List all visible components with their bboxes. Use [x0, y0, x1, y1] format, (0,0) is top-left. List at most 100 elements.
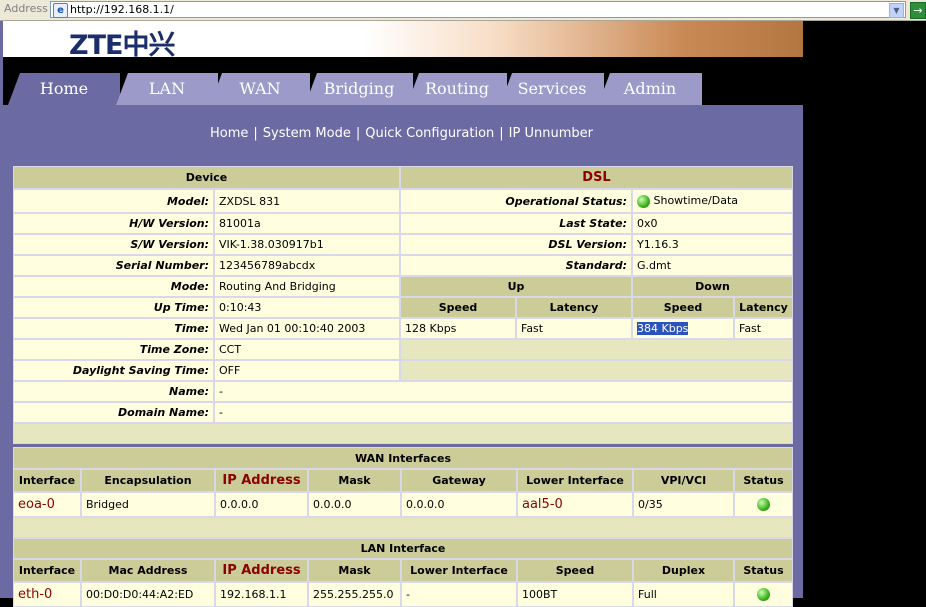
lan-mac: 00:D0:D0:44:A2:ED — [81, 582, 215, 607]
serial-number-label: Serial Number: — [13, 255, 214, 276]
name-label: Name: — [13, 381, 214, 402]
wan-col-status: Status — [734, 469, 793, 492]
lan-col-ip-address[interactable]: IP Address — [215, 559, 308, 582]
up-speed-value: 128 Kbps — [400, 318, 516, 339]
wan-lower-interface-link[interactable]: aal5-0 — [517, 492, 633, 517]
lan-col-mask: Mask — [308, 559, 401, 582]
time-zone-value: CCT — [214, 339, 400, 360]
time-label: Time: — [13, 318, 214, 339]
table-row: eoa-0 Bridged 0.0.0.0 0.0.0.0 0.0.0.0 aa… — [13, 492, 793, 517]
wan-interfaces-table: WAN Interfaces Interface Encapsulation I… — [13, 447, 793, 538]
wan-vpi-vci: 0/35 — [633, 492, 734, 517]
wan-col-interface: Interface — [13, 469, 81, 492]
address-input[interactable]: e http://192.168.1.1/ ▼ — [50, 1, 906, 18]
domain-name-label: Domain Name: — [13, 402, 214, 423]
dsl-version-value: Y1.16.3 — [632, 234, 793, 255]
subnav-ip-unnumber-link[interactable]: IP Unnumber — [509, 126, 593, 141]
dsl-empty-1 — [400, 339, 793, 360]
down-speed-header: Speed — [632, 297, 734, 318]
tab-bridging[interactable]: Bridging — [305, 73, 413, 105]
time-value: Wed Jan 01 00:10:40 2003 — [214, 318, 400, 339]
lan-ip: 192.168.1.1 — [215, 582, 308, 607]
standard-value: G.dmt — [632, 255, 793, 276]
subnav-home-link[interactable]: Home — [210, 126, 248, 141]
go-arrow-icon[interactable]: → — [910, 2, 926, 19]
wan-title: WAN Interfaces — [13, 447, 793, 469]
sw-version-label: S/W Version: — [13, 234, 214, 255]
sw-version-value: VIK-1.38.030917b1 — [214, 234, 400, 255]
down-header: Down — [632, 276, 793, 297]
up-time-label: Up Time: — [13, 297, 214, 318]
serial-number-value: 123456789abcdx — [214, 255, 400, 276]
lan-col-mac-address: Mac Address — [81, 559, 215, 582]
tab-home[interactable]: Home — [8, 73, 120, 105]
up-latency-header: Latency — [516, 297, 632, 318]
last-state-label: Last State: — [400, 213, 632, 234]
lan-interface-table: LAN Interface Interface Mac Address IP A… — [13, 538, 793, 607]
status-ok-icon — [757, 588, 770, 602]
address-url[interactable]: http://192.168.1.1/ — [70, 3, 174, 16]
page-icon: e — [53, 3, 68, 18]
lan-mask: 255.255.255.0 — [308, 582, 401, 607]
address-label: Address — [4, 2, 48, 15]
device-dsl-table: Device DSL Model: ZXDSL 831 Operational … — [13, 166, 793, 444]
up-speed-header: Speed — [400, 297, 516, 318]
model-label: Model: — [13, 189, 214, 213]
wan-col-ip-address[interactable]: IP Address — [215, 469, 308, 492]
lan-interface-link[interactable]: eth-0 — [13, 582, 81, 607]
lan-title: LAN Interface — [13, 538, 793, 559]
up-time-value: 0:10:43 — [214, 297, 400, 318]
lan-status — [734, 582, 793, 607]
dst-label: Daylight Saving Time: — [13, 360, 214, 381]
op-status-label: Operational Status: — [400, 189, 632, 213]
hw-version-value: 81001a — [214, 213, 400, 234]
domain-name-value: - — [214, 402, 793, 423]
banner: ZTE中兴 — [3, 21, 803, 61]
wan-col-lower-interface: Lower Interface — [517, 469, 633, 492]
status-ok-icon — [637, 194, 650, 208]
model-value: ZXDSL 831 — [214, 189, 400, 213]
status-ok-icon — [757, 498, 770, 512]
op-status-text: Showtime/Data — [653, 194, 739, 208]
wan-col-gateway: Gateway — [401, 469, 517, 492]
dsl-header: DSL — [400, 166, 793, 189]
lan-col-duplex: Duplex — [633, 559, 734, 582]
sub-navigation: Home | System Mode | Quick Configuration | IP … — [210, 126, 593, 141]
lan-lower-interface: - — [401, 582, 517, 607]
main-nav: Home LAN WAN Bridging Routing Services A… — [3, 57, 803, 105]
lan-duplex: Full — [633, 582, 734, 607]
mode-value: Routing And Bridging — [214, 276, 400, 297]
subnav-system-mode-link[interactable]: System Mode — [263, 126, 351, 141]
tab-wan[interactable]: WAN — [210, 73, 310, 105]
lan-speed: 100BT — [517, 582, 633, 607]
tab-lan[interactable]: LAN — [116, 73, 218, 105]
wan-col-vpi-vci: VPI/VCI — [633, 469, 734, 492]
op-status-value: Showtime/Data — [632, 189, 793, 213]
table-row: eth-0 00:D0:D0:44:A2:ED 192.168.1.1 255.… — [13, 582, 793, 607]
wan-col-encapsulation: Encapsulation — [81, 469, 215, 492]
time-zone-label: Time Zone: — [13, 339, 214, 360]
chevron-down-icon[interactable]: ▼ — [889, 3, 904, 18]
tab-routing[interactable]: Routing — [407, 73, 507, 105]
tab-admin[interactable]: Admin — [598, 73, 702, 105]
down-latency-value: Fast — [734, 318, 793, 339]
down-latency-header: Latency — [734, 297, 793, 318]
standard-label: Standard: — [400, 255, 632, 276]
subnav-quick-configuration-link[interactable]: Quick Configuration — [365, 126, 494, 141]
wan-interface-link[interactable]: eoa-0 — [13, 492, 81, 517]
wan-encapsulation: Bridged — [81, 492, 215, 517]
wan-ip: 0.0.0.0 — [215, 492, 308, 517]
device-header: Device — [13, 166, 400, 189]
wan-status — [734, 492, 793, 517]
dst-value: OFF — [214, 360, 400, 381]
tab-services[interactable]: Services — [500, 73, 604, 105]
dsl-empty-2 — [400, 360, 793, 381]
down-speed-value[interactable]: 384 Kbps — [637, 322, 689, 335]
wan-gateway: 0.0.0.0 — [401, 492, 517, 517]
address-bar: Address e http://192.168.1.1/ ▼ → — [0, 0, 926, 21]
down-speed-cell: 384 Kbps — [632, 318, 734, 339]
last-state-value: 0x0 — [632, 213, 793, 234]
lan-col-status: Status — [734, 559, 793, 582]
lan-col-interface: Interface — [13, 559, 81, 582]
wan-mask: 0.0.0.0 — [308, 492, 401, 517]
